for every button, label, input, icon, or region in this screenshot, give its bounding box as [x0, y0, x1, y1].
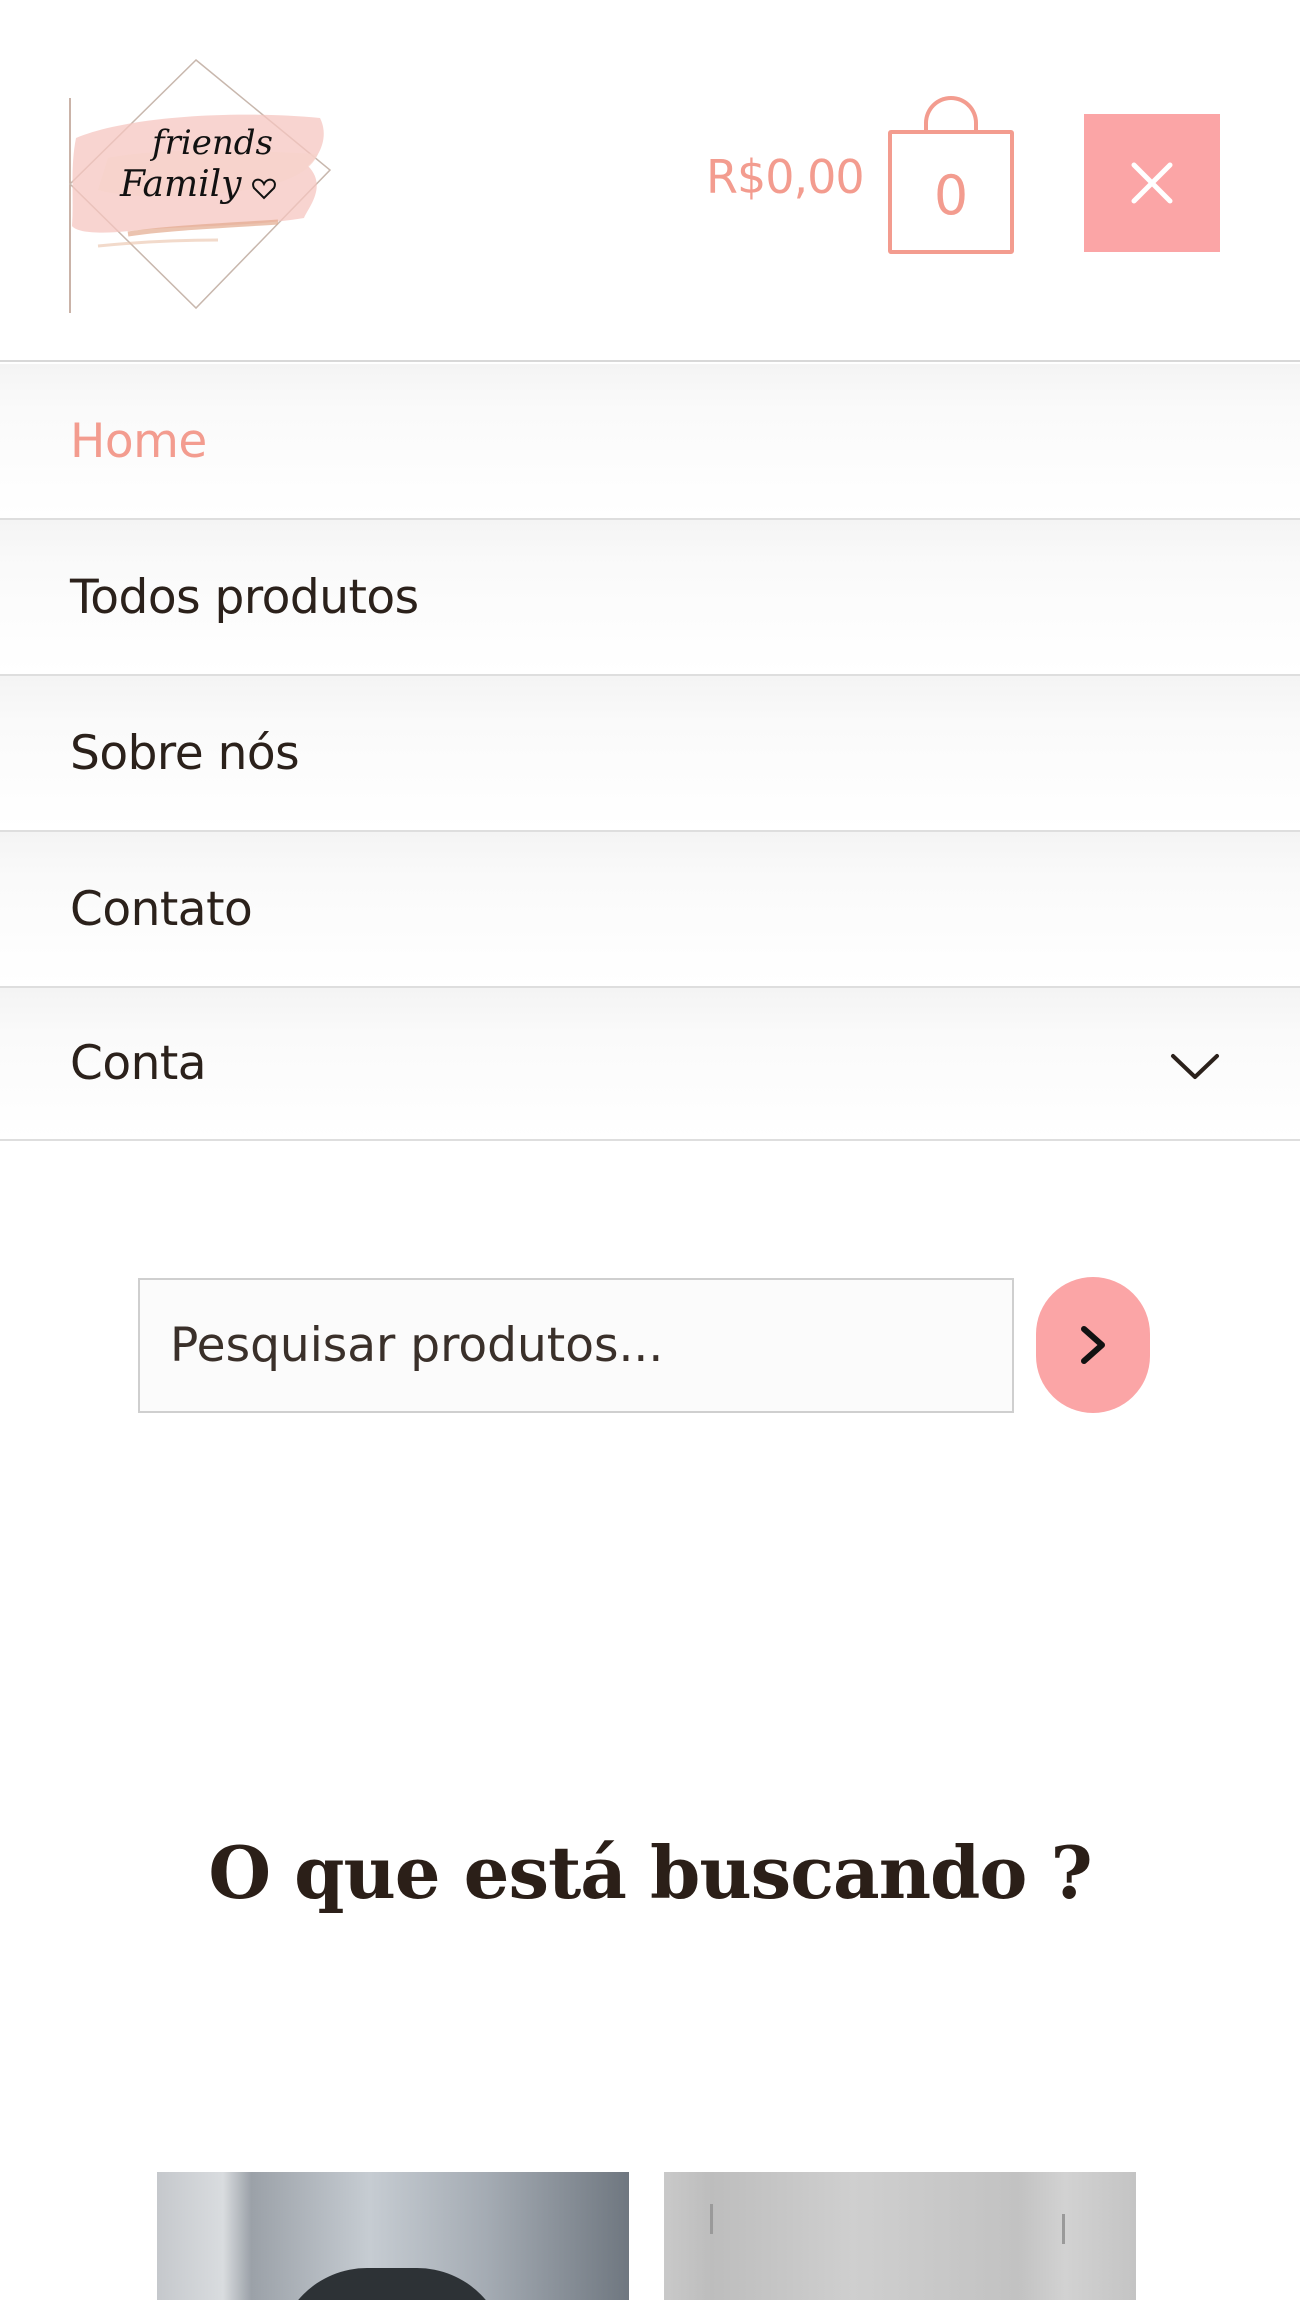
- product-image: [710, 2204, 713, 2234]
- menu-item-todos-produtos[interactable]: Todos produtos: [0, 520, 1300, 676]
- menu-item-label: Contato: [70, 881, 253, 937]
- cart-bag-box: 0: [888, 130, 1014, 254]
- cart-count-badge: 0: [933, 163, 969, 227]
- product-image: [277, 2268, 507, 2300]
- menu-item-home[interactable]: Home: [0, 364, 1300, 520]
- site-header: friends Family R$0,00 0: [0, 0, 1300, 362]
- search-submit-button[interactable]: [1036, 1277, 1150, 1413]
- menu-item-label: Todos produtos: [70, 569, 419, 625]
- menu-item-sobre-nos[interactable]: Sobre nós: [0, 676, 1300, 832]
- cart-icon[interactable]: 0: [888, 96, 1014, 254]
- product-image-detail: [1062, 2214, 1065, 2244]
- search-input[interactable]: [138, 1278, 1014, 1413]
- menu-item-label: Conta: [70, 1036, 207, 1091]
- chevron-right-icon: [1081, 1326, 1105, 1364]
- menu-item-label: Sobre nós: [70, 725, 300, 781]
- menu-item-conta[interactable]: Conta: [0, 988, 1300, 1141]
- product-card[interactable]: [664, 2172, 1136, 2300]
- close-menu-button[interactable]: [1084, 114, 1220, 252]
- svg-text:Family: Family: [119, 164, 242, 205]
- menu-item-label: Home: [70, 413, 207, 469]
- section-heading: O que está buscando ?: [208, 1830, 1092, 1915]
- cart-total[interactable]: R$0,00: [706, 150, 865, 204]
- brand-logo[interactable]: friends Family: [68, 58, 338, 313]
- mobile-menu: Home Todos produtos Sobre nós Contato Co…: [0, 364, 1300, 1141]
- chevron-down-icon[interactable]: [1170, 1041, 1220, 1091]
- product-card[interactable]: [157, 2172, 629, 2300]
- svg-text:friends: friends: [149, 123, 273, 163]
- menu-item-contato[interactable]: Contato: [0, 832, 1300, 988]
- close-icon: [1131, 162, 1173, 204]
